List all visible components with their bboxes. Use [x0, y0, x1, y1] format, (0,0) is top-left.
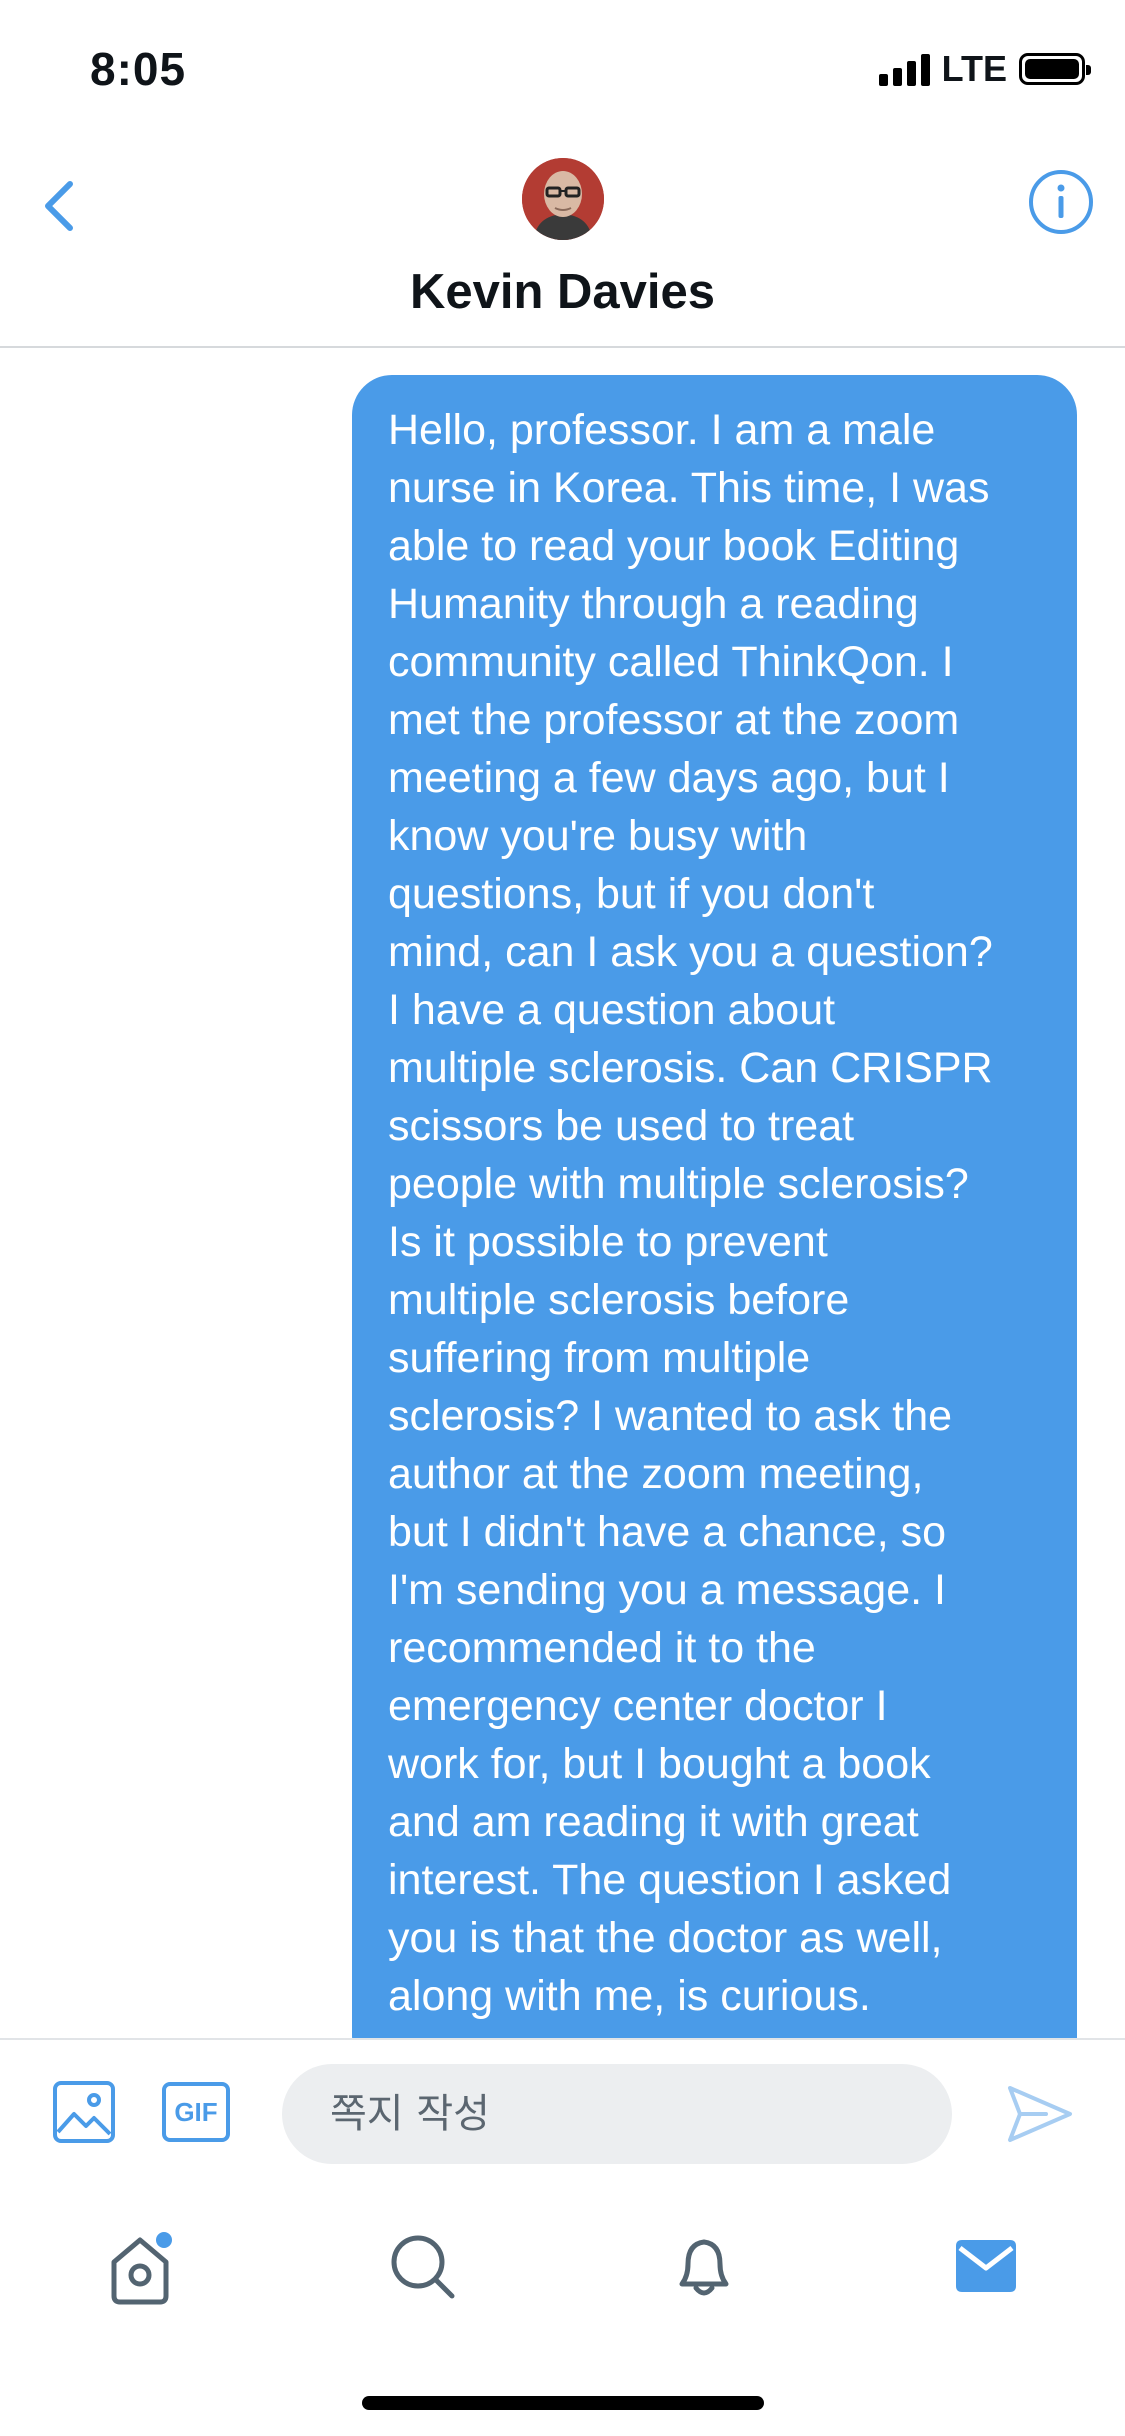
add-photo-button[interactable] [52, 2080, 116, 2144]
mail-icon [956, 2240, 1016, 2292]
back-button[interactable] [30, 166, 90, 246]
message-text-line: Humanity through a reading [388, 580, 919, 628]
network-label: LTE [941, 48, 1007, 89]
message-text-line: sclerosis? I wanted to ask the [388, 1392, 953, 1440]
message-text-line: scissors be used to treat [388, 1102, 855, 1150]
search-icon [391, 2235, 455, 2299]
message-text-line: I have a question about [388, 986, 836, 1034]
message-text-line: suffering from multiple [388, 1334, 811, 1382]
message-text-line: work for, but I bought a book [388, 1740, 931, 1788]
message-text-line: I'm sending you a message. I [388, 1566, 946, 1614]
avatar-image [522, 158, 604, 240]
message-text-line: Hello, professor. I am a male [388, 406, 936, 454]
message-text-line: interest. The question I asked [388, 1856, 952, 1904]
message-composer: GIF [0, 2038, 1125, 2190]
avatar[interactable] [522, 158, 604, 240]
message-text-line: Is it possible to prevent [388, 1218, 828, 1266]
message-list[interactable]: Hello, professor. I am a male nurse in Ko… [0, 348, 1125, 2038]
bell-icon [679, 2239, 729, 2296]
conversation-title: Kevin Davies [409, 265, 716, 319]
status-indicators: LTE [878, 48, 1091, 90]
message-text-line: nurse in Korea. This time, I was [388, 464, 990, 512]
message-text-line: met the professor at the zoom [388, 696, 960, 744]
send-button[interactable] [1006, 2082, 1074, 2146]
message-text-line: along with me, is curious. [388, 1972, 871, 2020]
message-text-line: meeting a few days ago, but I [388, 754, 950, 802]
status-bar: 8:05 LTE [0, 0, 1125, 136]
signal-icon [878, 52, 930, 86]
gif-button[interactable]: GIF [162, 2082, 230, 2142]
message-text-line: multiple sclerosis before [388, 1276, 850, 1324]
message-text-line: know you're busy with [388, 812, 808, 860]
message-text-line: and am reading it with great [388, 1798, 919, 1846]
send-icon [1008, 2086, 1072, 2142]
message-text-line: but I didn't have a chance, so [388, 1508, 947, 1556]
message-text-line: mind, can I ask you a question? [388, 928, 993, 976]
message-text-line: author at the zoom meeting, [388, 1450, 924, 1498]
home-icon [111, 2232, 172, 2305]
message-text-line: emergency center doctor I [388, 1682, 888, 1730]
tab-home[interactable] [104, 2230, 176, 2305]
conversation-header: Kevin Davies [0, 136, 1125, 348]
message-text-line: you is that the doctor as well, [388, 1914, 943, 1962]
tab-messages[interactable] [950, 2230, 1022, 2302]
message-bubble-outgoing[interactable]: Hello, professor. I am a male nurse in Ko… [352, 375, 1077, 2038]
message-text-line: community called ThinkQon. I [388, 638, 954, 686]
info-icon [1029, 170, 1093, 234]
status-time: 8:05 [90, 43, 187, 95]
message-text-line: able to read your book Editing [388, 522, 960, 570]
home-indicator[interactable] [362, 2396, 764, 2410]
image-icon [53, 2081, 115, 2143]
tab-bar [0, 2188, 1125, 2338]
chevron-left-icon [45, 181, 73, 231]
tab-search[interactable] [386, 2230, 458, 2302]
message-text-line: questions, but if you don't [388, 870, 875, 918]
info-button[interactable] [1027, 168, 1095, 236]
tab-notifications[interactable] [668, 2230, 740, 2302]
message-text-line: multiple sclerosis. Can CRISPR [388, 1044, 993, 1092]
message-text-line: recommended it to the [388, 1624, 816, 1672]
message-text-line: people with multiple sclerosis? [388, 1160, 969, 1208]
battery-icon [1019, 53, 1091, 85]
message-input[interactable] [282, 2064, 952, 2164]
